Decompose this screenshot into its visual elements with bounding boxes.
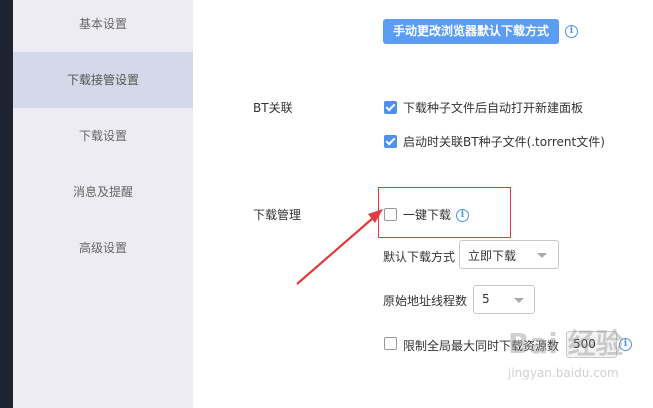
sidebar-item-label: 消息及提醒	[72, 185, 133, 199]
bt-association-label: BT关联	[253, 101, 293, 115]
auto-open-new-task-label: 下载种子文件后自动打开新建面板	[403, 101, 584, 115]
sidebar-item-download-settings[interactable]: 下载设置	[13, 108, 193, 164]
sidebar-item-label: 下载设置	[78, 129, 127, 143]
limit-resources-checkbox[interactable]	[384, 337, 397, 350]
associate-torrent-label: 启动时关联BT种子文件(.torrent文件)	[403, 135, 605, 149]
sidebar-item-label: 下载接管设置	[66, 73, 139, 87]
default-download-mode-select[interactable]: 立即下载	[459, 240, 559, 269]
thread-count-select[interactable]: 5	[473, 285, 535, 314]
sidebar-item-notifications[interactable]: 消息及提醒	[13, 164, 193, 220]
chevron-down-icon	[537, 253, 547, 258]
thread-count-label: 原始地址线程数	[383, 294, 468, 308]
settings-sidebar: 基本设置 下载接管设置 下载设置 消息及提醒 高级设置	[13, 0, 193, 408]
info-icon[interactable]: i	[456, 209, 469, 222]
one-click-download-label: 一键下载	[403, 208, 452, 222]
sidebar-item-advanced-settings[interactable]: 高级设置	[13, 220, 193, 276]
default-download-mode-value: 立即下载	[468, 249, 517, 263]
one-click-download-checkbox[interactable]	[384, 208, 397, 221]
change-browser-default-download-button[interactable]: 手动更改浏览器默认下载方式	[383, 19, 559, 44]
download-management-label: 下载管理	[253, 208, 302, 222]
window-left-edge	[0, 0, 13, 408]
auto-open-new-task-checkbox[interactable]	[384, 101, 397, 114]
associate-torrent-checkbox[interactable]	[384, 135, 397, 148]
sidebar-item-download-takeover[interactable]: 下载接管设置	[13, 52, 193, 108]
sidebar-item-basic-settings[interactable]: 基本设置	[13, 0, 193, 52]
default-download-mode-label: 默认下载方式	[383, 250, 456, 264]
chevron-down-icon	[514, 298, 524, 303]
sidebar-item-label: 高级设置	[78, 241, 127, 255]
baidu-jingyan-watermark: Bai 经验 jingyan.baidu.com	[508, 327, 624, 380]
thread-count-value: 5	[482, 292, 490, 306]
info-icon[interactable]: i	[565, 25, 578, 38]
sidebar-item-label: 基本设置	[78, 17, 127, 31]
settings-panel: 手动更改浏览器默认下载方式 i BT关联 下载种子文件后自动打开新建面板 启动时…	[193, 0, 653, 408]
